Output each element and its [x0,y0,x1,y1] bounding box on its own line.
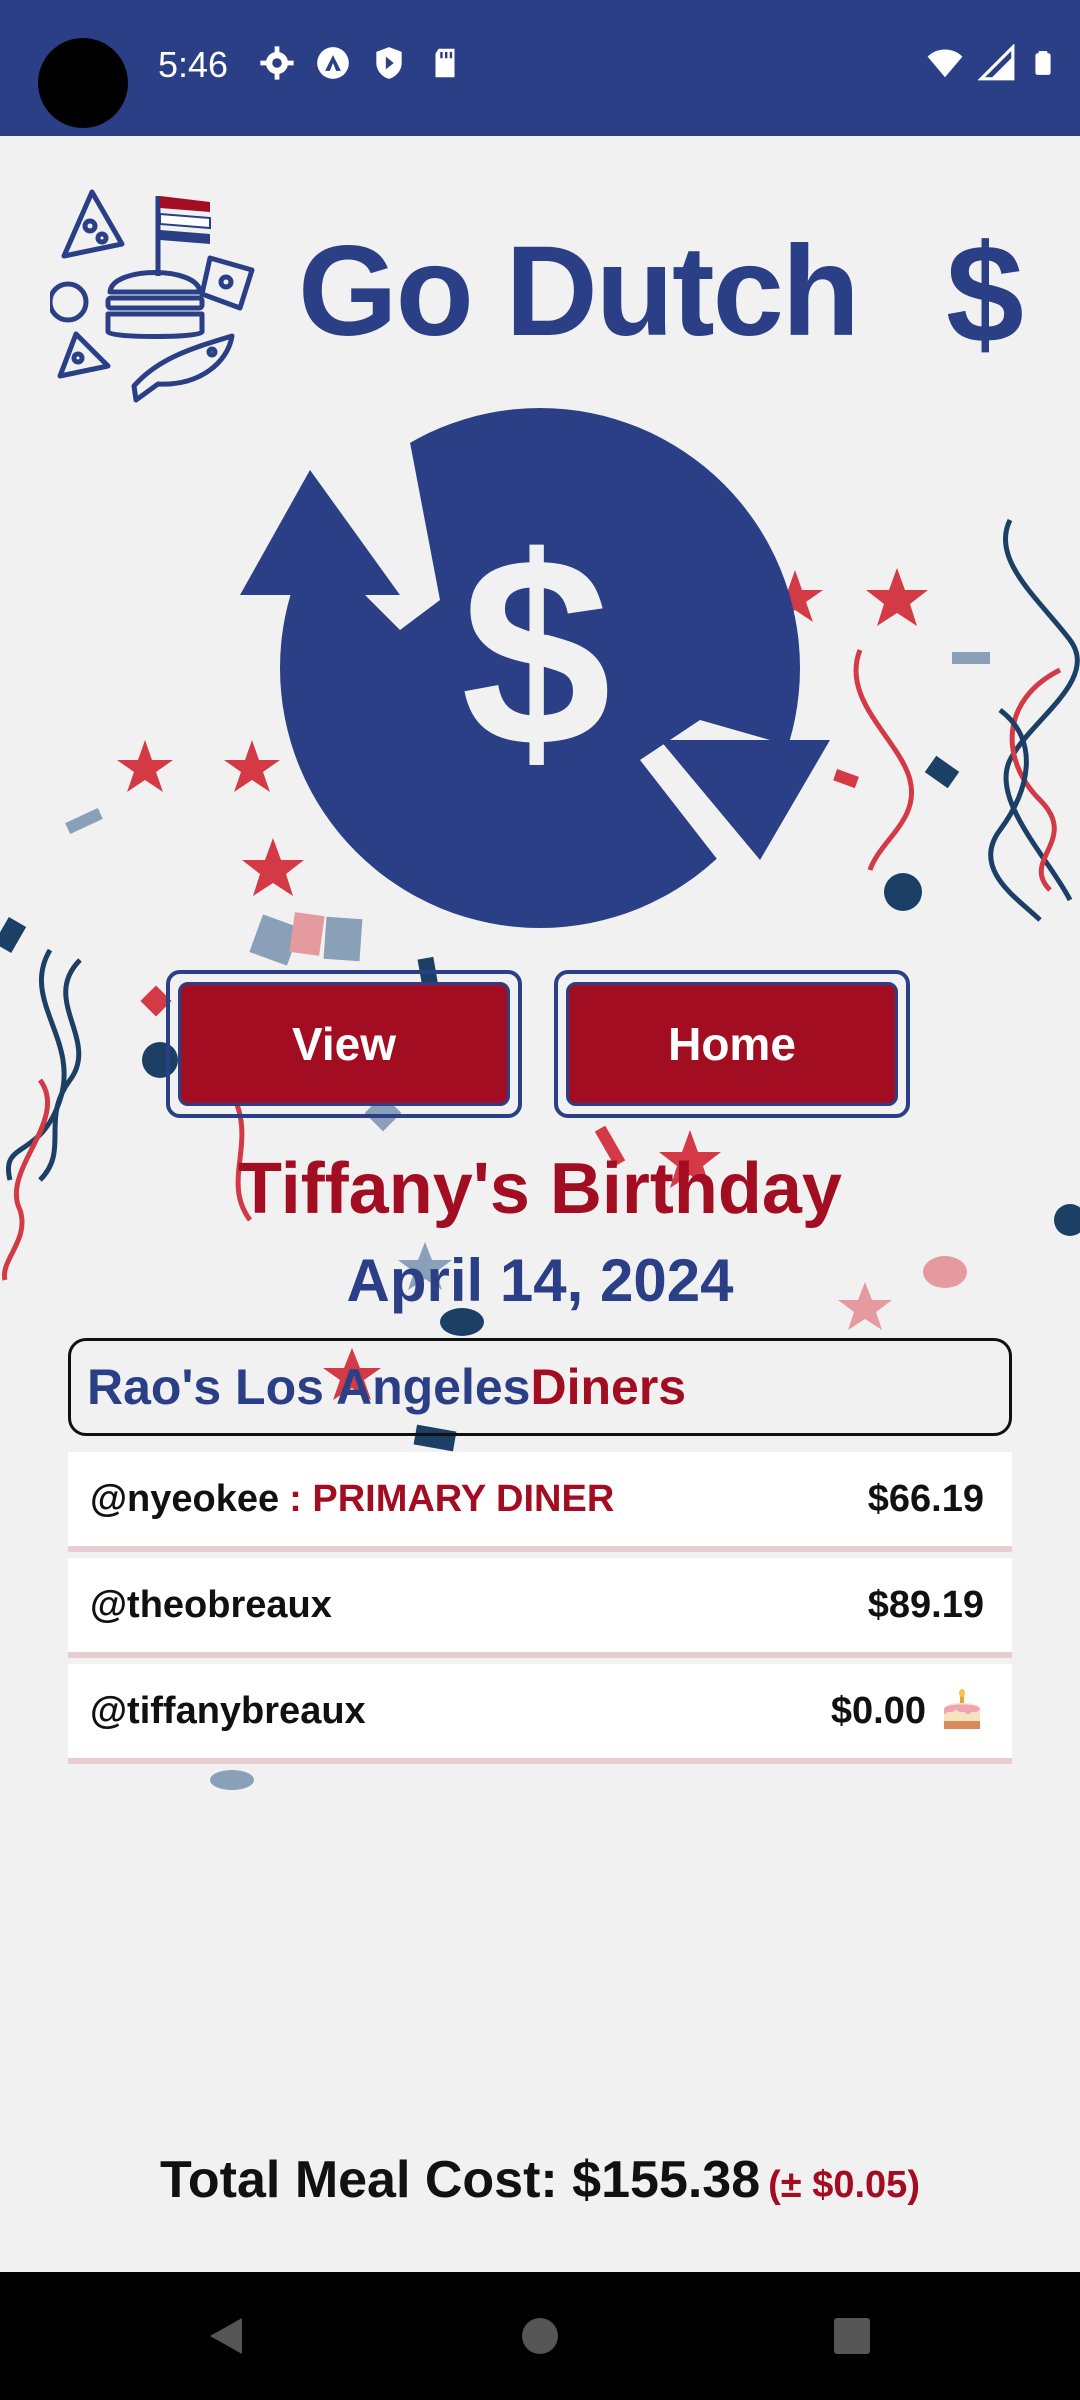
diner-row[interactable]: @theobreaux $89.19 [68,1558,1012,1658]
diner-handle: @tiffanybreaux [90,1689,366,1732]
diner-handle: @nyeokee [90,1477,280,1520]
view-button[interactable]: View [178,982,510,1106]
status-icons-left [258,44,464,82]
split-dollar-logo: $ [240,400,840,940]
restaurant-header: Rao's Los Angeles Diners [68,1338,1012,1436]
sd-card-icon [435,48,455,78]
primary-diner-tag: : PRIMARY DINER [289,1477,615,1520]
restaurant-name: Rao's Los Angeles [87,1359,531,1415]
view-button-frame: View [166,970,522,1118]
back-icon[interactable] [202,2312,250,2360]
camera-cutout [38,38,128,128]
play-protect-icon [376,47,402,79]
diners-label: Diners [530,1359,687,1415]
event-date: April 14, 2024 [346,1247,734,1314]
diner-amount: $66.19 [867,1477,984,1520]
diner-row[interactable]: @nyeokee : PRIMARY DINER $66.19 [68,1452,1012,1552]
status-bar: 5:46 [0,0,1080,136]
system-nav-bar [0,2272,1080,2400]
wifi-icon [927,49,963,78]
diner-amount: $0.00 [830,1689,926,1732]
home-icon[interactable] [516,2312,564,2360]
dollar-symbol: $ [461,502,611,803]
birthday-cake-icon [944,1689,980,1729]
app-title-dollar: $ [946,215,1024,372]
home-button[interactable]: Home [566,982,898,1106]
event-title: Tiffany's Birthday [238,1149,842,1229]
gear-icon [260,46,294,80]
total-variance-note: (± $0.05) [768,2164,920,2206]
signal-icon [978,44,1015,81]
food-flag-logo-icon [50,189,255,403]
status-icons-right [926,44,1056,82]
diner-amount: $89.19 [867,1583,984,1626]
total-label: Total Meal Cost: $155.38 [160,2151,761,2209]
home-button-frame: Home [554,970,910,1118]
app-title: Go Dutch [298,220,860,363]
status-time: 5:46 [158,44,229,85]
vpn-icon [317,47,349,79]
total-meal-cost: Total Meal Cost: $155.38 (± $0.05) [0,2150,1080,2210]
diner-row[interactable]: @tiffanybreaux $0.00 [68,1664,1012,1764]
recents-icon[interactable] [828,2312,876,2360]
battery-icon [1035,51,1051,75]
diner-handle: @theobreaux [90,1583,332,1626]
